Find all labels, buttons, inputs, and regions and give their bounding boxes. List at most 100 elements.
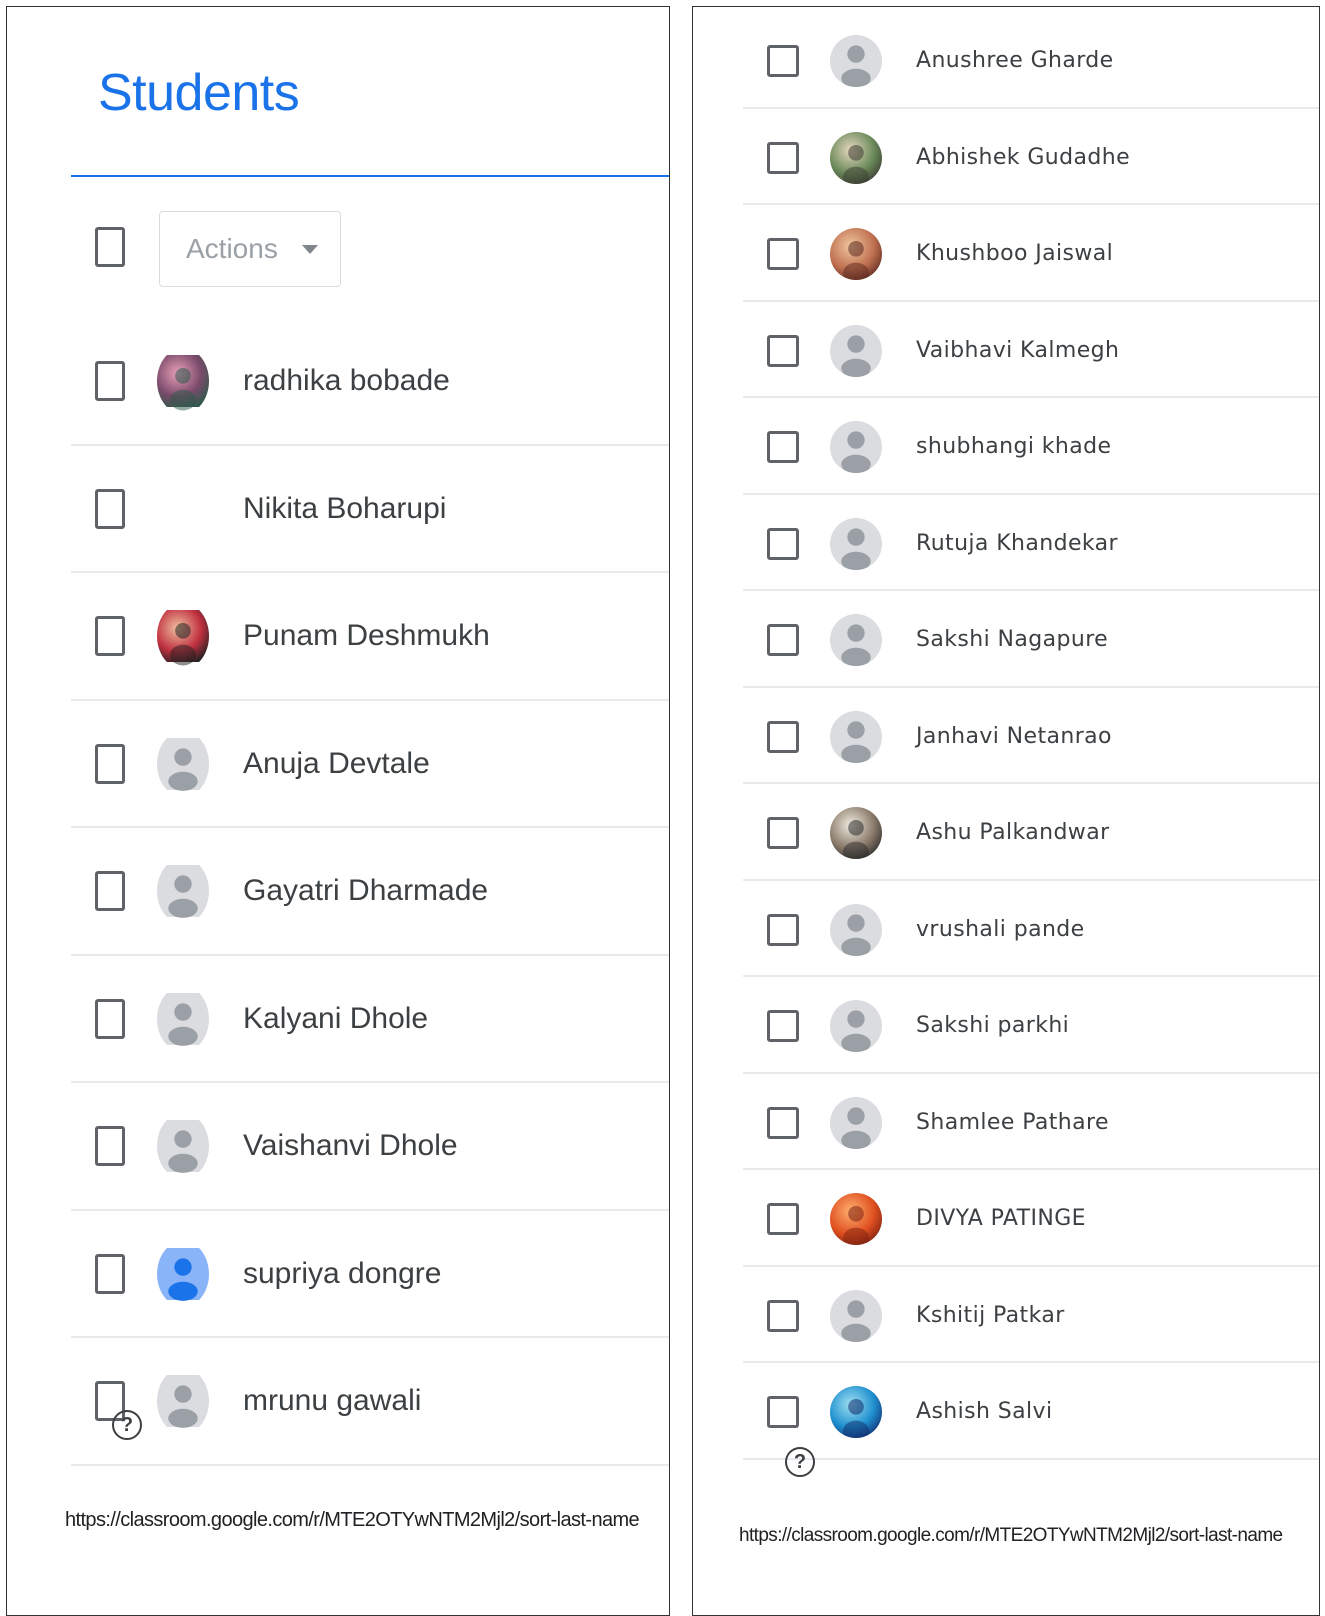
select-all-checkbox[interactable]: [95, 227, 125, 267]
student-row[interactable]: Punam Deshmukh: [7, 573, 669, 701]
student-avatar-icon: [157, 1368, 209, 1434]
student-row[interactable]: Rutuja Khandekar: [693, 495, 1319, 591]
student-avatar-icon: [157, 986, 209, 1052]
student-name[interactable]: Ashish Salvi: [916, 1397, 1052, 1427]
actions-label: Actions: [186, 233, 278, 264]
student-checkbox[interactable]: [767, 1106, 799, 1139]
student-row[interactable]: Anuja Devtale: [7, 701, 669, 828]
student-row[interactable]: Janhavi Netanrao: [693, 688, 1319, 784]
student-name[interactable]: Janhavi Netanrao: [916, 722, 1112, 752]
student-name[interactable]: Vaishanvi Dhole: [243, 1128, 458, 1164]
student-avatar-icon: [157, 731, 209, 797]
student-name[interactable]: Kalyani Dhole: [243, 1001, 428, 1037]
student-checkbox[interactable]: [767, 1010, 799, 1042]
student-row[interactable]: shubhangi khade: [693, 398, 1319, 495]
student-row[interactable]: Sakshi parkhi: [693, 977, 1319, 1074]
student-checkbox[interactable]: [767, 1396, 799, 1428]
student-name[interactable]: supriya dongre: [243, 1256, 441, 1292]
student-row[interactable]: supriya dongre: [7, 1211, 669, 1338]
student-row[interactable]: Anushree Gharde: [693, 12, 1319, 109]
student-checkbox[interactable]: [95, 616, 125, 656]
student-avatar-icon: [157, 1241, 209, 1307]
student-avatar-icon: [830, 1289, 882, 1342]
actions-dropdown[interactable]: Actions: [159, 211, 341, 287]
student-checkbox[interactable]: [767, 527, 799, 560]
student-row[interactable]: Vaishanvi Dhole: [7, 1083, 669, 1211]
student-checkbox[interactable]: [95, 1253, 125, 1294]
student-row[interactable]: vrushali pande: [693, 881, 1319, 977]
student-name[interactable]: vrushali pande: [916, 915, 1085, 945]
student-name[interactable]: Rutuja Khandekar: [916, 529, 1118, 559]
student-row[interactable]: Abhishek Gudadhe: [693, 109, 1319, 205]
student-name[interactable]: Vaibhavi Kalmegh: [916, 336, 1119, 366]
student-row[interactable]: radhika bobade: [7, 318, 669, 446]
help-icon[interactable]: ?: [785, 1447, 815, 1477]
student-checkbox[interactable]: [95, 998, 125, 1039]
student-row[interactable]: mrunu gawali: [7, 1338, 669, 1466]
left-screenshot-panel: Students Actions radhika bobade Nikita Bo…: [6, 6, 670, 1616]
student-name[interactable]: DIVYA PATINGE: [916, 1204, 1086, 1234]
help-icon[interactable]: ?: [112, 1410, 142, 1440]
student-avatar-icon: [830, 903, 882, 956]
student-avatar-icon: [830, 35, 882, 87]
right-screenshot-panel: Anushree Gharde Abhishek Gudadhe Khushboo …: [692, 6, 1320, 1616]
student-avatar-icon: [157, 1113, 209, 1179]
student-row[interactable]: Gayatri Dharmade: [7, 828, 669, 956]
student-checkbox[interactable]: [767, 238, 799, 270]
student-name[interactable]: Punam Deshmukh: [243, 618, 490, 654]
student-name[interactable]: Sakshi Nagapure: [916, 625, 1108, 655]
student-avatar-icon: [830, 1193, 882, 1245]
student-name[interactable]: mrunu gawali: [243, 1383, 421, 1419]
student-name[interactable]: Shamlee Pathare: [916, 1108, 1109, 1138]
student-row[interactable]: DIVYA PATINGE: [693, 1170, 1319, 1267]
student-name[interactable]: Khushboo Jaiswal: [916, 239, 1113, 269]
student-checkbox[interactable]: [767, 1299, 799, 1332]
student-name[interactable]: Sakshi parkhi: [916, 1011, 1069, 1041]
student-row[interactable]: Ashu Palkandwar: [693, 784, 1319, 881]
student-row[interactable]: Sakshi Nagapure: [693, 591, 1319, 688]
student-avatar-icon: [830, 131, 882, 184]
student-checkbox[interactable]: [95, 871, 125, 911]
student-row[interactable]: Khushboo Jaiswal: [693, 205, 1319, 302]
page-title: Students: [98, 64, 300, 122]
student-avatar-icon: [830, 228, 882, 280]
student-checkbox[interactable]: [95, 361, 125, 401]
student-name[interactable]: Kshitij Patkar: [916, 1301, 1065, 1331]
student-row[interactable]: Nikita Boharupi: [7, 446, 669, 573]
student-avatar-icon: [830, 614, 882, 666]
student-row[interactable]: Shamlee Pathare: [693, 1074, 1319, 1170]
student-checkbox[interactable]: [767, 720, 799, 753]
page-url: https://classroom.google.com/r/MTE2OTYwN…: [65, 1509, 640, 1531]
student-avatar-icon: [157, 348, 209, 414]
student-checkbox[interactable]: [767, 817, 799, 849]
student-name[interactable]: shubhangi khade: [916, 432, 1111, 462]
student-row[interactable]: Ashish Salvi: [693, 1363, 1319, 1460]
student-checkbox[interactable]: [767, 431, 799, 463]
student-row[interactable]: Vaibhavi Kalmegh: [693, 302, 1319, 398]
student-name[interactable]: radhika bobade: [243, 363, 450, 399]
student-checkbox[interactable]: [767, 45, 799, 77]
student-checkbox[interactable]: [95, 488, 125, 529]
student-checkbox[interactable]: [767, 624, 799, 656]
student-row[interactable]: Kshitij Patkar: [693, 1267, 1319, 1363]
student-avatar-icon: [157, 858, 209, 924]
student-avatar-icon: [830, 1096, 882, 1149]
student-name[interactable]: Nikita Boharupi: [243, 491, 446, 527]
student-checkbox[interactable]: [767, 1203, 799, 1235]
student-name[interactable]: Anushree Gharde: [916, 46, 1114, 76]
student-checkbox[interactable]: [95, 743, 125, 784]
student-name[interactable]: Gayatri Dharmade: [243, 873, 488, 909]
student-checkbox[interactable]: [95, 1126, 125, 1166]
page-url: https://classroom.google.com/r/MTE2OTYwN…: [739, 1525, 1283, 1546]
student-avatar-icon: [157, 603, 209, 669]
student-checkbox[interactable]: [767, 141, 799, 174]
dropdown-arrow-icon: [301, 244, 318, 254]
student-row[interactable]: Kalyani Dhole: [7, 956, 669, 1083]
student-name[interactable]: Ashu Palkandwar: [916, 818, 1110, 848]
student-name[interactable]: Abhishek Gudadhe: [916, 143, 1130, 173]
student-avatar-icon: [830, 517, 882, 570]
student-checkbox[interactable]: [767, 913, 799, 946]
row-divider: [743, 1457, 1319, 1460]
student-name[interactable]: Anuja Devtale: [243, 746, 430, 782]
student-checkbox[interactable]: [767, 334, 799, 367]
